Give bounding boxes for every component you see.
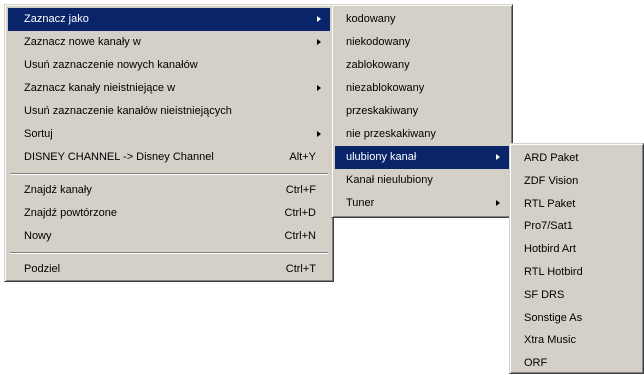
menu-item-label: niezablokowany [346,82,425,94]
submenu-item-unencrypted[interactable]: niekodowany [335,31,509,54]
menu-item-label: Sortuj [24,128,53,140]
menu-item-mark-as[interactable]: Zaznacz jako [8,8,330,31]
menu-item-label: przeskakiwany [346,105,419,117]
submenu-arrow-icon [317,131,321,137]
menu-item-shortcut: Ctrl+T [285,263,316,275]
submenu-arrow-icon [317,85,321,91]
favorite-item-rtl-hotbird[interactable]: RTL Hotbird [513,261,640,284]
menu-item-label: ulubiony kanał [346,151,417,163]
submenu-item-not-skipped[interactable]: nie przeskakiwany [335,123,509,146]
menu-item-label: Nowy [24,230,52,242]
favorite-item-pro7-sat1[interactable]: Pro7/Sat1 [513,215,640,238]
submenu-arrow-icon [496,154,500,160]
submenu-item-tuner[interactable]: Tuner [335,192,509,215]
menu-item-label: Hotbird Art [524,243,576,256]
submenu-arrow-icon [496,200,500,206]
menu-item-unmark-nonexistent-channels[interactable]: Usuń zaznaczenie kanałów nieistniejących [8,100,330,123]
menu-item-label: niekodowany [346,36,411,48]
menu-item-sort[interactable]: Sortuj [8,123,330,146]
favorites-submenu: ARD Paket ZDF Vision RTL Paket Pro7/Sat1… [509,143,644,374]
menu-item-label: ARD Paket [524,152,579,164]
menu-separator [10,252,328,254]
menu-item-label: RTL Hotbird [524,265,583,278]
menu-item-label: zablokowany [346,59,410,71]
menu-item-shortcut: Ctrl+D [284,207,316,219]
submenu-item-skipped[interactable]: przeskakiwany [335,100,509,123]
submenu-item-locked[interactable]: zablokowany [335,54,509,77]
submenu-item-favorite[interactable]: ulubiony kanał [335,146,509,169]
menu-item-split[interactable]: Podziel Ctrl+T [8,258,330,281]
menu-item-label: Kanał nieulubiony [346,174,433,186]
favorite-item-xtra-music[interactable]: Xtra Music [513,329,640,352]
favorite-item-ard-paket[interactable]: ARD Paket [513,147,640,170]
mark-as-submenu: kodowany niekodowany zablokowany niezabl… [331,4,513,218]
menu-item-label: DISNEY CHANNEL -> Disney Channel [24,151,214,163]
submenu-item-unlocked[interactable]: niezablokowany [335,77,509,100]
menu-item-label: Usuń zaznaczenie nowych kanałów [24,59,198,71]
submenu-arrow-icon [317,39,321,45]
menu-item-label: Zaznacz nowe kanały w [24,36,141,48]
menu-item-find-duplicates[interactable]: Znajdź powtórzone Ctrl+D [8,202,330,225]
menu-item-label: nie przeskakiwany [346,128,436,140]
submenu-item-encrypted[interactable]: kodowany [335,8,509,31]
menu-item-mark-nonexistent-channels[interactable]: Zaznacz kanały nieistniejące w [8,77,330,100]
menu-item-label: ORF [524,357,548,370]
menu-item-label: SF DRS [524,288,565,301]
favorite-item-orf[interactable]: ORF [513,352,640,375]
menu-item-shortcut: Ctrl+F [285,184,316,196]
menu-item-label: kodowany [346,13,396,25]
menu-item-label: Tuner [346,197,375,209]
menu-item-label: Znajdź kanały [24,184,92,196]
favorite-item-sonstige-as[interactable]: Sonstige As [513,307,640,330]
submenu-item-not-favorite[interactable]: Kanał nieulubiony [335,169,509,192]
favorite-item-hotbird-art[interactable]: Hotbird Art [513,238,640,261]
menu-item-label: ZDF Vision [524,174,579,187]
menu-item-label: Xtra Music [524,334,576,347]
menu-item-label: Sonstige As [524,311,583,324]
favorite-item-sf-drs[interactable]: SF DRS [513,284,640,307]
favorite-item-zdf-vision[interactable]: ZDF Vision [513,170,640,193]
favorite-item-rtl-paket[interactable]: RTL Paket [513,193,640,216]
menu-item-rename-disney[interactable]: DISNEY CHANNEL -> Disney Channel Alt+Y [8,146,330,169]
menu-item-shortcut: Ctrl+N [284,230,316,242]
menu-separator [10,173,328,175]
menu-item-label: Podziel [24,263,61,275]
submenu-arrow-icon [317,16,321,22]
menu-item-unmark-new-channels[interactable]: Usuń zaznaczenie nowych kanałów [8,54,330,77]
menu-item-label: Zaznacz jako [24,13,89,25]
menu-item-shortcut: Alt+Y [289,151,316,163]
menu-item-label: Znajdź powtórzone [24,207,117,219]
menu-item-new[interactable]: Nowy Ctrl+N [8,225,330,248]
menu-item-label: Usuń zaznaczenie kanałów nieistniejących [24,105,232,117]
menu-item-mark-new-channels[interactable]: Zaznacz nowe kanały w [8,31,330,54]
menu-item-label: Zaznacz kanały nieistniejące w [24,82,176,94]
menu-item-label: RTL Paket [524,197,576,210]
context-menu: Zaznacz jako Zaznacz nowe kanały w Usuń … [4,4,334,282]
menu-item-label: Pro7/Sat1 [524,220,573,233]
menu-item-find-channels[interactable]: Znajdź kanały Ctrl+F [8,179,330,202]
